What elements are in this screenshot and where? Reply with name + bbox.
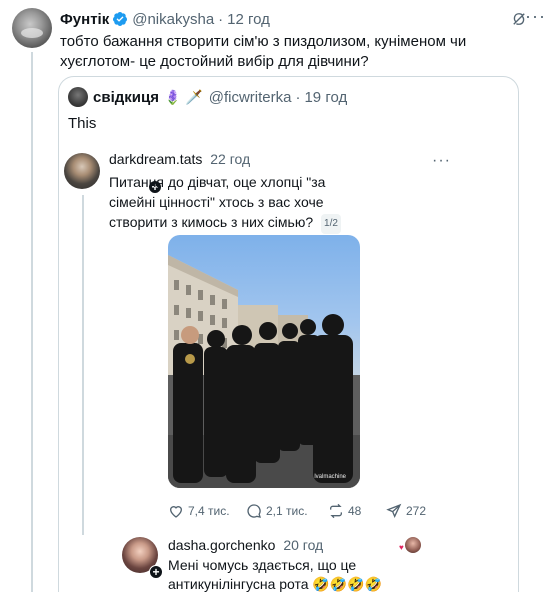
reply-follow-plus-icon: + xyxy=(149,565,163,579)
threads-author-avatar xyxy=(64,153,100,189)
photo-watermark: lvalmachine xyxy=(314,474,346,480)
heart-icon xyxy=(169,506,183,518)
quote-author-emojis: 🪻 🗡️ xyxy=(163,88,203,105)
heart-icon: ♥ xyxy=(399,543,404,552)
repost-count: 48 xyxy=(328,503,361,519)
threads-text-body: Питання до дівчат, оце хлопці "за сімейн… xyxy=(109,174,326,230)
comment-icon xyxy=(247,504,261,518)
reply-header: dasha.gorchenko 20 год xyxy=(168,537,323,553)
reply-time: 20 год xyxy=(283,537,324,553)
threads-action-bar: 7,4 тис. 2,1 тис. 48 272 xyxy=(168,503,438,521)
author-handle[interactable]: @nikakysha xyxy=(132,11,214,28)
quote-author-avatar xyxy=(68,87,88,107)
threads-more-icon: ··· xyxy=(432,152,451,169)
threads-post-header: darkdream.tats 22 год xyxy=(109,151,250,167)
quote-text: This xyxy=(68,115,97,132)
tweet-time[interactable]: 12 год xyxy=(227,11,270,28)
separator-dot: · xyxy=(295,88,301,106)
photo-scene xyxy=(168,255,360,488)
quote-time: 19 год xyxy=(304,88,348,106)
reply-author: dasha.gorchenko xyxy=(168,537,276,553)
author-name[interactable]: Фунтік xyxy=(60,11,109,28)
separator-dot: · xyxy=(218,10,224,28)
likes-value: 7,4 тис. xyxy=(188,504,230,518)
verified-badge-icon xyxy=(113,12,128,26)
like-count: 7,4 тис. xyxy=(168,503,230,519)
quote-author-handle: @ficwriterka xyxy=(208,88,292,106)
quote-header: свідкиця 🪻 🗡️ @ficwriterka · 19 год xyxy=(68,87,347,107)
more-options-icon[interactable]: ··· xyxy=(525,7,546,25)
thread-connector-line xyxy=(31,52,33,592)
threads-post-text: Питання до дівчат, оце хлопці "за сімейн… xyxy=(109,172,359,234)
threads-time: 22 год xyxy=(210,151,251,167)
tweet-header: Фунтік @nikakysha · 12 год xyxy=(60,9,546,29)
threads-author: darkdream.tats xyxy=(109,151,203,167)
share-count: 272 xyxy=(386,503,426,519)
reply-reaction-avatar: ♥ xyxy=(399,537,427,555)
reposts-value: 48 xyxy=(348,504,362,518)
reply-text: Мені чомусь здається, що це антикунілінг… xyxy=(168,557,383,592)
author-avatar[interactable] xyxy=(12,8,52,48)
tweet-text: тобто бажання створити сім'ю з пиздолизо… xyxy=(60,33,467,70)
quote-author-name: свідкиця xyxy=(93,88,159,106)
shares-value: 272 xyxy=(406,504,427,518)
send-icon xyxy=(386,503,402,518)
replies-value: 2,1 тис. xyxy=(266,504,308,518)
repost-icon xyxy=(330,503,342,519)
threads-connector-line xyxy=(82,195,84,535)
threads-photo: lvalmachine xyxy=(168,235,360,488)
threads-pager: 1/2 xyxy=(321,214,341,234)
reply-count: 2,1 тис. xyxy=(246,503,308,519)
